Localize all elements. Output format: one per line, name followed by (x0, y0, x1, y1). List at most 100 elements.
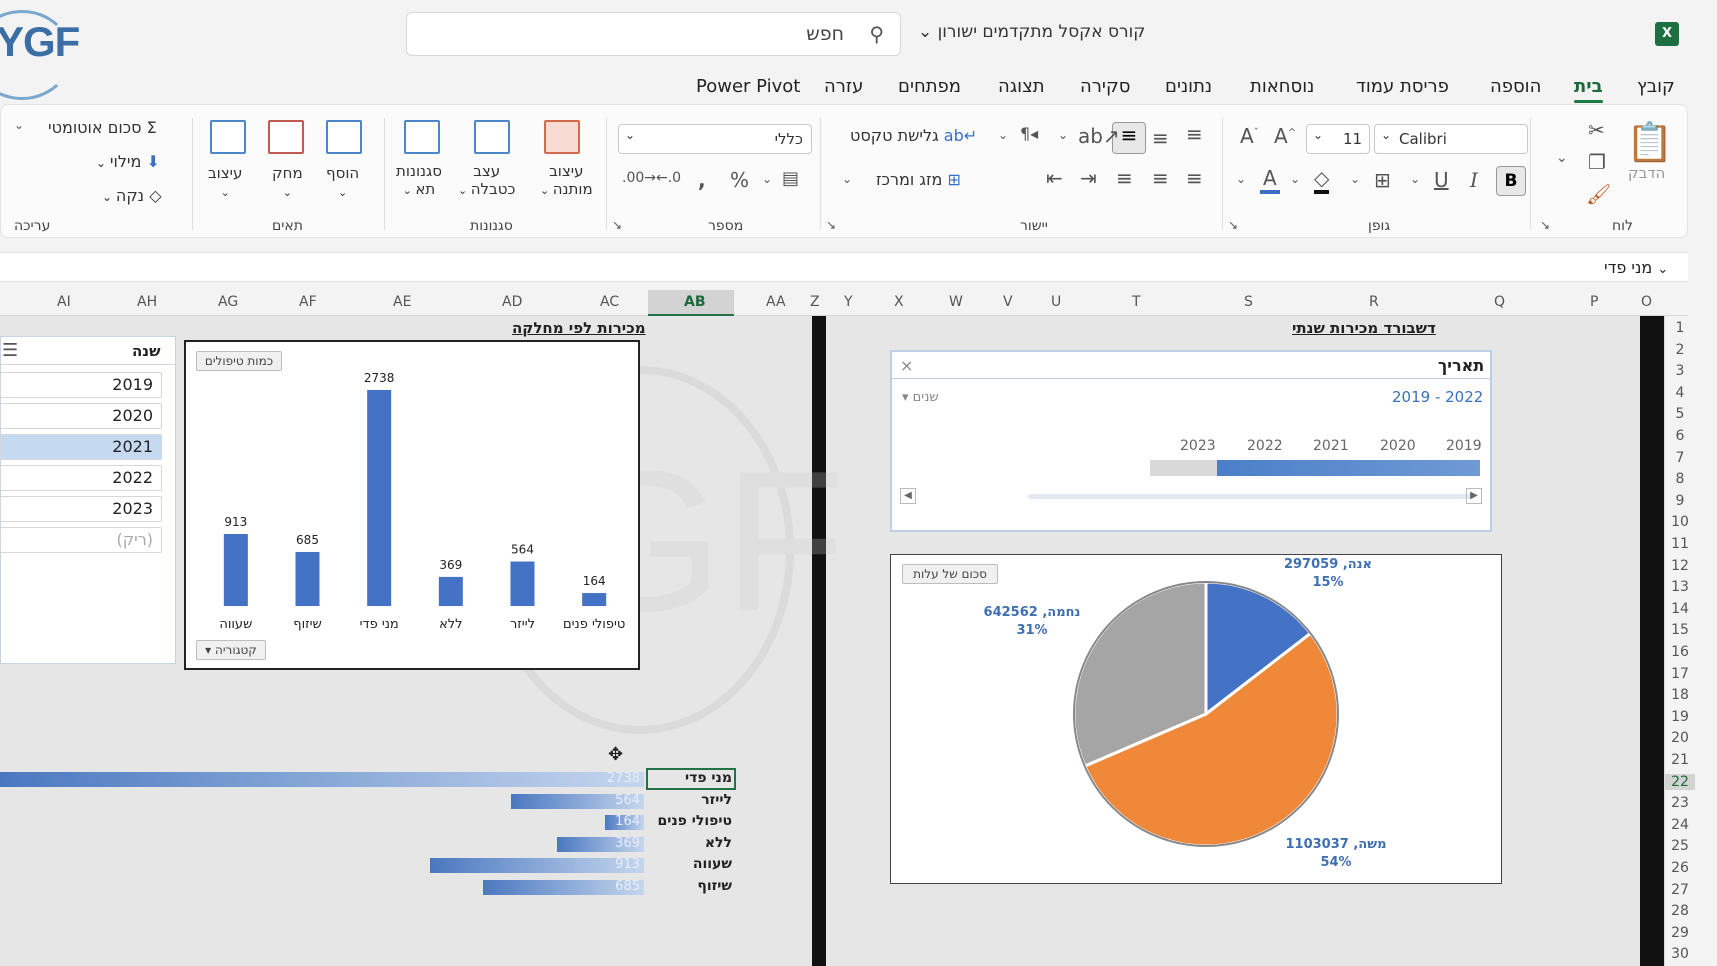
borders-chevron-icon[interactable]: ⌄ (1350, 172, 1360, 186)
increase-font-icon[interactable]: A^ (1274, 124, 1296, 148)
column-header-w[interactable]: W (949, 294, 963, 310)
row-header-16[interactable]: 16 (1665, 644, 1695, 660)
data-bar-row[interactable]: 913 שעווה (0, 856, 736, 874)
format-cells-icon[interactable] (210, 120, 246, 154)
data-bar-row[interactable]: 2738 מני פדי (0, 770, 736, 788)
delete-cells-button[interactable]: מחק ⌄ (272, 164, 303, 202)
font-color-icon[interactable]: A (1260, 166, 1280, 194)
row-header-5[interactable]: 5 (1665, 406, 1695, 422)
paste-label[interactable]: הדבק (1628, 164, 1665, 182)
scroll-left-icon[interactable]: ◀ (900, 488, 916, 504)
row-header-13[interactable]: 13 (1665, 579, 1695, 595)
column-header-x[interactable]: X (894, 294, 904, 310)
row-header-10[interactable]: 10 (1665, 514, 1695, 530)
orientation-chevron-icon[interactable]: ⌄ (1058, 128, 1068, 142)
format-cells-button[interactable]: עיצוב ⌄ (208, 164, 242, 202)
font-size-combo[interactable]: 11 ⌄ (1306, 124, 1370, 154)
format-painter-icon[interactable]: 🖌 (1586, 182, 1611, 206)
increase-decimal-icon[interactable]: ←.0 (656, 170, 681, 186)
delete-cells-icon[interactable] (268, 120, 304, 154)
formula-bar[interactable] (0, 252, 1688, 282)
copy-icon[interactable]: ❐ (1588, 150, 1606, 174)
underline-chevron-icon[interactable]: ⌄ (1410, 172, 1420, 186)
column-header-u[interactable]: U (1051, 294, 1061, 310)
row-header-11[interactable]: 11 (1665, 536, 1695, 552)
document-title[interactable]: ⌄ קורס אקסל מתקדמים ישורון (918, 22, 1145, 42)
row-header-8[interactable]: 8 (1665, 471, 1695, 487)
row-header-19[interactable]: 19 (1665, 709, 1695, 725)
clear-filter-icon[interactable]: ⨯ (900, 356, 913, 375)
timeline-year-label[interactable]: 2020 (1380, 438, 1416, 454)
decrease-decimal-icon[interactable]: .00→ (622, 170, 656, 186)
column-header-ae[interactable]: AE (393, 294, 411, 310)
row-header-24[interactable]: 24 (1665, 817, 1695, 833)
row-header-23[interactable]: 23 (1665, 795, 1695, 811)
column-header-af[interactable]: AF (299, 294, 317, 310)
outdent-icon[interactable]: ⇤ (1046, 166, 1063, 190)
align-left-icon[interactable]: ≡ (1116, 166, 1133, 190)
slicer-item[interactable]: 2023 (0, 496, 162, 522)
accounting-format-icon[interactable]: ▤ (782, 168, 799, 189)
column-header-y[interactable]: Y (844, 294, 853, 310)
data-bar-row[interactable]: 685 שיזוף (0, 878, 736, 896)
row-header-9[interactable]: 9 (1665, 493, 1695, 509)
slicer-item[interactable]: 2019 (0, 372, 162, 398)
indent-icon[interactable]: ⇥ (1080, 166, 1097, 190)
bar-5[interactable] (582, 593, 607, 606)
font-name-combo[interactable]: Calibri ⌄ (1374, 124, 1528, 154)
timeline-scrollbar[interactable] (1028, 494, 1474, 499)
slicer-item[interactable]: 2022 (0, 465, 162, 491)
column-header-o[interactable]: O (1641, 294, 1652, 310)
tab-help[interactable]: עזרה (824, 76, 863, 97)
category-field-button[interactable]: ▾ קטגוריה (196, 640, 266, 660)
insert-cells-icon[interactable] (326, 120, 362, 154)
number-format-combo[interactable]: כללי ⌄ (618, 124, 812, 154)
clipboard-chevron-icon[interactable]: ⌄ (1556, 150, 1568, 166)
row-header-18[interactable]: 18 (1665, 687, 1695, 703)
row-header-20[interactable]: 20 (1665, 730, 1695, 746)
row-header-26[interactable]: 26 (1665, 860, 1695, 876)
merge-chevron-icon[interactable]: ⌄ (842, 172, 852, 186)
column-header-v[interactable]: V (1003, 294, 1013, 310)
row-header-7[interactable]: 7 (1665, 450, 1695, 466)
conditional-format-icon[interactable] (544, 120, 580, 154)
alignment-launcher-icon[interactable]: ↘ (826, 218, 836, 232)
column-header-p[interactable]: P (1590, 294, 1598, 310)
row-header-14[interactable]: 14 (1665, 601, 1695, 617)
bar-4[interactable] (510, 561, 535, 606)
accounting-chevron-icon[interactable]: ⌄ (762, 172, 772, 186)
paste-icon[interactable]: 📋 (1626, 120, 1673, 165)
bar-2[interactable] (367, 390, 392, 606)
bar-3[interactable] (438, 576, 463, 606)
font-launcher-icon[interactable]: ↘ (1228, 218, 1238, 232)
column-header-ab[interactable]: AB (684, 294, 706, 310)
orientation-icon[interactable]: ab↗ (1078, 124, 1120, 148)
timeline-year-label[interactable]: 2021 (1313, 438, 1349, 454)
align-right-icon[interactable]: ≡ (1186, 166, 1203, 190)
row-header-27[interactable]: 27 (1665, 882, 1695, 898)
autosum-button[interactable]: סכום אוטומטי Σ (48, 118, 157, 137)
column-header-z[interactable]: Z (810, 294, 820, 310)
insert-cells-button[interactable]: הוסף ⌄ (326, 164, 359, 202)
clipboard-launcher-icon[interactable]: ↘ (1540, 218, 1550, 232)
tab-file[interactable]: קובץ (1637, 76, 1675, 97)
row-header-6[interactable]: 6 (1665, 428, 1695, 444)
row-header-4[interactable]: 4 (1665, 385, 1695, 401)
multi-select-icon[interactable]: ☰ (2, 340, 18, 361)
bar-0[interactable] (223, 533, 248, 606)
column-header-ah[interactable]: AH (137, 294, 157, 310)
value-field-button[interactable]: כמות טיפולים (196, 351, 282, 371)
decrease-font-icon[interactable]: Aˇ (1240, 124, 1259, 148)
row-header-30[interactable]: 30 (1665, 946, 1695, 962)
cell-styles-icon[interactable] (404, 120, 440, 154)
tab-insert[interactable]: הוספה (1490, 76, 1541, 97)
active-cell[interactable] (646, 768, 736, 790)
tab-review[interactable]: סקירה (1080, 76, 1130, 97)
row-header-21[interactable]: 21 (1665, 752, 1695, 768)
direction-chevron-icon[interactable]: ⌄ (998, 128, 1008, 142)
tab-view[interactable]: תצוגה (998, 76, 1045, 97)
align-middle-icon[interactable]: ≡ (1152, 126, 1169, 150)
column-header-t[interactable]: T (1132, 294, 1141, 310)
row-header-15[interactable]: 15 (1665, 622, 1695, 638)
autosum-chevron-icon[interactable]: ⌄ (14, 118, 24, 132)
